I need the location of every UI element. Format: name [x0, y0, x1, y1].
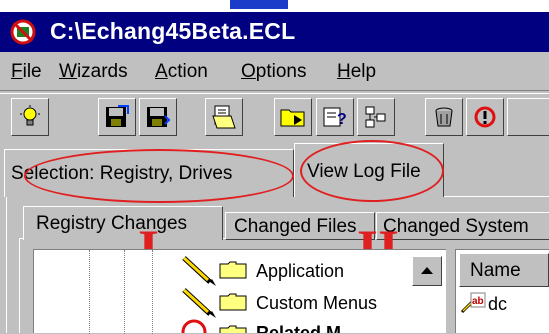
tab-changed-system[interactable]: Changed System	[376, 212, 549, 240]
folder-icon	[219, 293, 247, 311]
menu-file-mnemonic: F	[11, 61, 23, 82]
toolbar-button-open[interactable]	[205, 98, 243, 136]
trash-can-icon	[435, 107, 453, 127]
tree-item-label[interactable]: Custom Menus	[256, 293, 377, 314]
menu-help-label: elp	[350, 61, 377, 82]
annotation-ellipse-view-log	[300, 140, 444, 202]
app-logo-icon	[10, 19, 36, 45]
tree-item-label[interactable]: Related M...	[256, 323, 356, 333]
annotation-ellipse-selection	[24, 149, 294, 203]
menu-action[interactable]: Action	[155, 61, 208, 83]
registry-value-icon: ab	[460, 292, 486, 314]
tree-guide-line	[152, 250, 153, 334]
menu-help[interactable]: Help	[337, 61, 376, 83]
pencil-change-icon	[182, 256, 216, 286]
deleted-icon	[181, 319, 207, 333]
menu-help-mnemonic: H	[337, 61, 351, 82]
tab-registry-changes-label: Registry Changes	[36, 213, 188, 234]
svg-text:ab: ab	[472, 296, 484, 307]
tab-registry-changes[interactable]: Registry Changes	[23, 206, 223, 240]
menu-wizards-label: izards	[76, 61, 128, 82]
list-item-label[interactable]: dc	[488, 294, 507, 315]
tab-changed-files-label: Changed Files	[234, 216, 357, 237]
tree-item-label[interactable]: Application	[256, 261, 344, 282]
toolbar-button-save-export[interactable]	[98, 98, 136, 136]
toolbar-button-wizard[interactable]	[357, 98, 395, 136]
tree-guide-line	[124, 250, 125, 334]
toolbar-button-folder-export[interactable]	[274, 98, 312, 136]
window-title: C:\Echang45Beta.ECL	[50, 18, 296, 44]
menu-options-mnemonic: O	[241, 61, 256, 82]
menu-action-mnemonic: A	[155, 61, 168, 82]
tree-scroll-up-button[interactable]	[412, 256, 442, 286]
svg-text:?: ?	[337, 111, 347, 128]
folder-export-icon	[280, 109, 305, 127]
save-icon	[147, 107, 171, 127]
folder-icon	[219, 325, 247, 333]
pencil-change-icon	[182, 288, 216, 318]
menu-wizards[interactable]: Wizards	[59, 61, 128, 83]
scroll-up-arrow-icon	[421, 267, 433, 274]
undo-stop-icon	[474, 106, 496, 128]
help-query-icon: ?	[323, 107, 347, 128]
toolbar-button-trash[interactable]	[425, 98, 463, 136]
wizard-tree-icon	[365, 106, 386, 128]
tree-guide-line	[89, 250, 90, 334]
folder-icon	[219, 261, 247, 279]
toolbar-button-hint[interactable]	[11, 98, 49, 136]
toolbar-button-save[interactable]	[139, 98, 177, 136]
column-header-name[interactable]: Name	[459, 253, 549, 287]
tab-changed-files[interactable]: Changed Files	[225, 212, 375, 240]
toolbar-button-partial[interactable]	[507, 98, 549, 136]
tab-changed-system-label: Changed System	[383, 216, 529, 237]
toolbar-separator	[0, 90, 549, 94]
menu-file[interactable]: File	[11, 61, 42, 83]
menu-file-label: ile	[22, 61, 42, 82]
lightbulb-icon	[20, 105, 40, 126]
menu-options[interactable]: Options	[241, 61, 306, 83]
open-document-icon	[212, 105, 236, 129]
menu-wizards-mnemonic: W	[59, 61, 77, 82]
save-export-icon	[106, 105, 129, 127]
toolbar-button-help-query[interactable]: ?	[316, 98, 354, 136]
top-fragment-bar	[230, 0, 288, 9]
menu-action-label: ction	[167, 61, 208, 82]
column-header-label: Name	[470, 260, 521, 281]
toolbar-button-undo[interactable]	[466, 98, 504, 136]
menu-options-label: ptions	[255, 61, 307, 82]
